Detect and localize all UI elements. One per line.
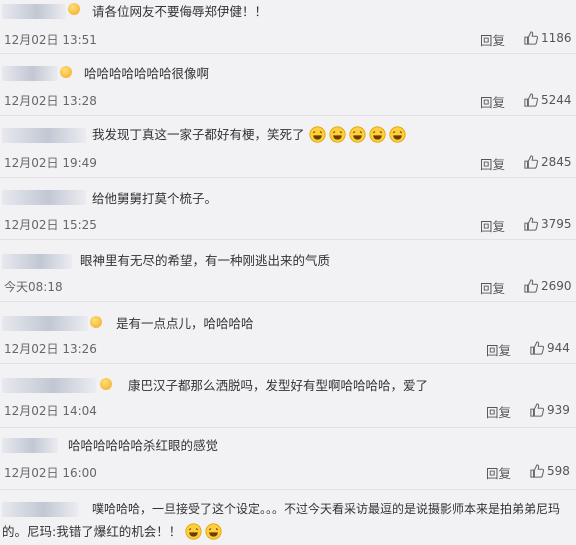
comment-item: 噗哈哈哈，一旦接受了这个设定。。。不过今天看采访最逗的是说摄影师本来是拍弟弟尼玛… bbox=[0, 490, 576, 545]
comment-item: 请各位网友不要侮辱郑伊健！！ 12月02日 13:51 回复 1186 bbox=[0, 0, 576, 54]
user-name-blurred[interactable] bbox=[2, 254, 72, 269]
thumbs-up-icon bbox=[530, 464, 544, 478]
like-count: 5244 bbox=[541, 93, 572, 107]
thumbs-up-icon bbox=[524, 93, 538, 107]
thumbs-up-icon bbox=[530, 341, 544, 355]
laughing-emoji-icon bbox=[388, 126, 406, 143]
thumbs-up-icon bbox=[524, 217, 538, 231]
like-button[interactable]: 939 bbox=[530, 403, 570, 417]
comment-time: 12月02日 13:26 bbox=[4, 342, 97, 356]
like-count: 1186 bbox=[541, 31, 572, 45]
emoji-icon bbox=[68, 3, 80, 15]
thumbs-up-icon bbox=[524, 279, 538, 293]
user-name-blurred[interactable] bbox=[2, 190, 86, 205]
emoji-icon bbox=[60, 66, 72, 78]
comment-item: 哈哈哈哈哈哈杀红眼的感觉 12月02日 16:00 回复 598 bbox=[0, 428, 576, 490]
like-count: 939 bbox=[547, 403, 570, 417]
comment-time: 12月02日 19:49 bbox=[4, 156, 97, 170]
like-button[interactable]: 3795 bbox=[524, 217, 572, 231]
comment-text-line-2: 的。尼玛:我错了爆红的机会！！ bbox=[2, 524, 182, 539]
laughing-emoji-icon bbox=[205, 523, 222, 540]
reply-button[interactable]: 回复 bbox=[486, 340, 511, 359]
comment-text-continued: 的。尼玛:我错了爆红的机会！！ bbox=[2, 521, 225, 540]
laughing-emoji-icon bbox=[185, 523, 202, 540]
reply-button[interactable]: 回复 bbox=[480, 154, 505, 173]
thumbs-up-icon bbox=[530, 403, 544, 417]
comment-item: 康巴汉子都那么洒脱吗，发型好有型啊哈哈哈哈，爱了 12月02日 14:04 回复… bbox=[0, 364, 576, 428]
user-name-blurred[interactable] bbox=[2, 316, 88, 331]
comment-time: 今天08:18 bbox=[4, 280, 63, 294]
comment-text: 是有一点点儿，哈哈哈哈 bbox=[116, 316, 254, 331]
reply-button[interactable]: 回复 bbox=[480, 278, 505, 297]
laughing-emoji-icon bbox=[308, 126, 326, 143]
comment-text: 我发现丁真这一家子都好有梗，笑死了 bbox=[92, 126, 409, 144]
comment-text: 给他舅舅打莫个梳子。 bbox=[92, 191, 218, 206]
comment-item: 哈哈哈哈哈哈哈很像啊 12月02日 13:28 回复 5244 bbox=[0, 54, 576, 116]
like-count: 3795 bbox=[541, 217, 572, 231]
comment-time: 12月02日 15:25 bbox=[4, 218, 97, 232]
comment-text: 哈哈哈哈哈哈杀红眼的感觉 bbox=[68, 438, 219, 453]
comment-text-body: 我发现丁真这一家子都好有梗，笑死了 bbox=[92, 127, 305, 142]
user-name-blurred[interactable] bbox=[2, 4, 66, 19]
like-count: 2845 bbox=[541, 155, 572, 169]
like-button[interactable]: 944 bbox=[530, 341, 570, 355]
emoji-icon bbox=[100, 378, 112, 390]
user-name-blurred[interactable] bbox=[2, 66, 58, 81]
comment-item: 给他舅舅打莫个梳子。 12月02日 15:25 回复 3795 bbox=[0, 178, 576, 240]
comment-text: 哈哈哈哈哈哈哈很像啊 bbox=[84, 66, 210, 81]
reply-button[interactable]: 回复 bbox=[480, 216, 505, 235]
user-name-blurred[interactable] bbox=[2, 128, 86, 143]
comment-text: 眼神里有无尽的希望，有一种刚逃出来的气质 bbox=[80, 253, 331, 268]
comment-list: 请各位网友不要侮辱郑伊健！！ 12月02日 13:51 回复 1186 哈哈哈哈… bbox=[0, 0, 576, 545]
comment-text: 请各位网友不要侮辱郑伊健！！ bbox=[92, 4, 268, 19]
user-name-blurred[interactable] bbox=[2, 378, 96, 393]
laughing-emoji-icon bbox=[348, 126, 366, 143]
like-count: 598 bbox=[547, 464, 570, 478]
reply-button[interactable]: 回复 bbox=[486, 463, 511, 482]
comment-text: 噗哈哈哈，一旦接受了这个设定。。。不过今天看采访最逗的是说摄影师本来是拍弟弟尼玛 bbox=[92, 502, 561, 516]
comment-time: 12月02日 13:51 bbox=[4, 33, 97, 47]
thumbs-up-icon bbox=[524, 31, 538, 45]
user-name-blurred[interactable] bbox=[2, 438, 58, 453]
like-button[interactable]: 598 bbox=[530, 464, 570, 478]
like-count: 2690 bbox=[541, 279, 572, 293]
user-name-blurred[interactable] bbox=[2, 502, 78, 517]
comment-item: 是有一点点儿，哈哈哈哈 12月02日 13:26 回复 944 bbox=[0, 302, 576, 364]
reply-button[interactable]: 回复 bbox=[486, 402, 511, 421]
comment-time: 12月02日 14:04 bbox=[4, 404, 97, 418]
like-button[interactable]: 1186 bbox=[524, 31, 572, 45]
comment-item: 我发现丁真这一家子都好有梗，笑死了 12月02日 19:49 回复 2845 bbox=[0, 116, 576, 178]
comment-time: 12月02日 16:00 bbox=[4, 466, 97, 480]
like-button[interactable]: 5244 bbox=[524, 93, 572, 107]
like-button[interactable]: 2845 bbox=[524, 155, 572, 169]
comment-item: 眼神里有无尽的希望，有一种刚逃出来的气质 今天08:18 回复 2690 bbox=[0, 240, 576, 302]
comment-text: 康巴汉子都那么洒脱吗，发型好有型啊哈哈哈哈，爱了 bbox=[128, 378, 429, 393]
like-count: 944 bbox=[547, 341, 570, 355]
emoji-icon bbox=[90, 316, 102, 328]
reply-button[interactable]: 回复 bbox=[480, 30, 505, 49]
like-button[interactable]: 2690 bbox=[524, 279, 572, 293]
reply-button[interactable]: 回复 bbox=[480, 92, 505, 111]
comment-time: 12月02日 13:28 bbox=[4, 94, 97, 108]
laughing-emoji-icon bbox=[368, 126, 386, 143]
thumbs-up-icon bbox=[524, 155, 538, 169]
laughing-emoji-icon bbox=[328, 126, 346, 143]
